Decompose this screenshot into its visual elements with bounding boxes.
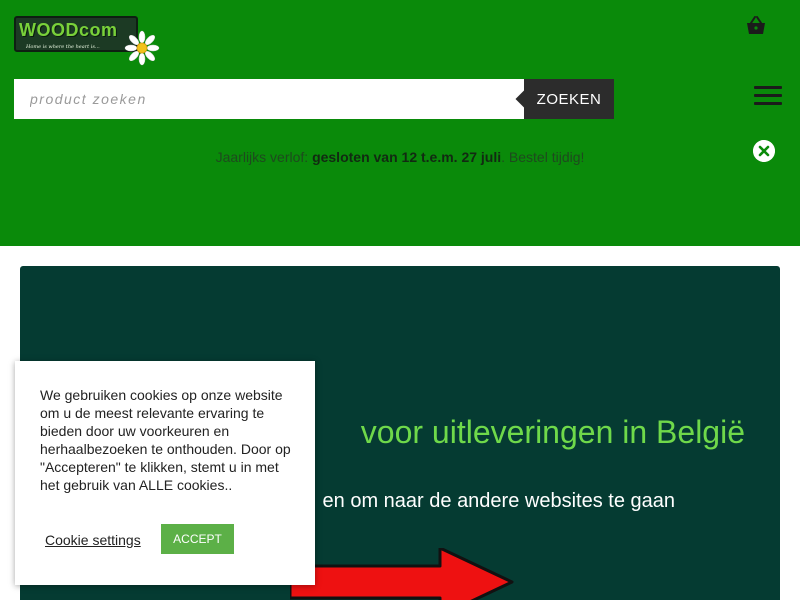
notice-prefix: Jaarlijks verlof: [215,149,313,165]
shopping-basket-icon[interactable] [744,14,768,38]
daisy-flower-icon [124,30,160,66]
search-button[interactable]: ZOEKEN [524,79,614,119]
search-input[interactable] [14,79,524,119]
logo-badge: WOODcom Home is where the heart is... [14,16,138,52]
red-arrow-right-icon[interactable] [290,548,540,600]
close-circle-icon[interactable] [753,140,775,162]
cookie-message: We gebruiken cookies op onze website om … [40,387,291,493]
search-form: ZOEKEN [14,79,614,119]
holiday-notice: Jaarlijks verlof: gesloten van 12 t.e.m.… [0,149,800,165]
hamburger-menu-icon[interactable] [754,86,782,108]
menu-bar [754,94,782,97]
site-logo[interactable]: WOODcom Home is where the heart is... [14,16,164,68]
accept-cookies-button[interactable]: ACCEPT [161,524,234,554]
search-button-label: ZOEKEN [536,90,602,108]
cookie-consent-dialog: We gebruiken cookies op onze website om … [15,361,315,585]
site-header: WOODcom Home is where the heart is... ZO… [0,0,800,246]
notice-highlight: gesloten van 12 t.e.m. 27 juli [312,149,502,165]
notice-suffix: . Bestel tijdig! [501,149,585,165]
logo-tagline: Home is where the heart is... [26,44,100,50]
logo-text: WOODcom [19,20,118,40]
menu-bar [754,102,782,105]
menu-bar [754,86,782,89]
cookie-settings-link[interactable]: Cookie settings [45,532,141,548]
